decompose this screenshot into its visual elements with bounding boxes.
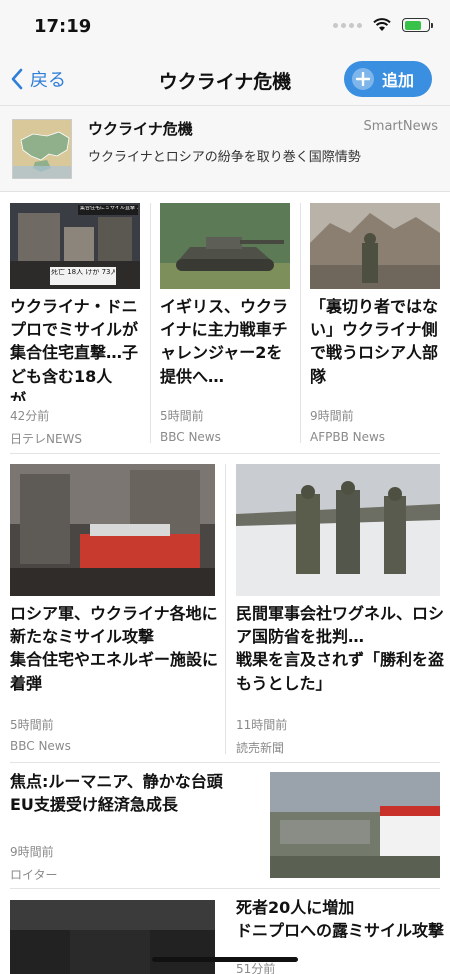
divider [150,203,151,443]
add-channel-button[interactable]: 追加 [344,61,432,97]
topic-source: SmartNews [363,119,438,134]
article-time: 9時間前 [310,409,354,423]
article-headline: 民間軍事会社ワグネル、ロシア国防省を批判… 戦果を言及されず「勝利を盗もうとした… [236,604,445,693]
article-image [236,464,440,596]
article-card-romania[interactable]: 焦点:ルーマニア、静かな台頭 EU支援受け経済急成長 9時間前 ロイター [10,770,440,882]
article-image: 集合住宅にミサイル直撃 18人死亡 死亡 18人 けが 73人 [10,203,140,289]
article-time: 5時間前 [10,718,54,732]
topic-description: ウクライナとロシアの紛争を取り巻く国際情勢 [88,150,361,165]
divider [10,888,440,889]
status-bar: 17:19 [0,0,450,54]
home-indicator[interactable] [152,957,298,962]
ukraine-map-thumbnail [12,119,72,179]
article-card-dnipro[interactable]: 集合住宅にミサイル直撃 18人死亡 死亡 18人 けが 73人 ウクライナ・ドニ… [10,203,140,448]
article-image [270,772,440,878]
article-card-death-toll[interactable]: 死者20人に増加 ドニプロへの露ミサイル攻撃 51分前 [10,896,444,974]
article-image-counts: 死亡 18人 けが 73人 [51,269,115,276]
nav-bar: 戻る ウクライナ危機 追加 [0,54,450,106]
divider [225,464,226,754]
article-card-russian-unit[interactable]: 「裏切り者ではない」ウクライナ側で戦うロシア人部隊 9時間前 AFPBB New… [310,203,440,448]
article-source: AFPBB News [310,430,386,444]
article-headline: 「裏切り者ではない」ウクライナ側で戦うロシア人部隊 [310,297,439,386]
status-time: 17:19 [34,16,92,37]
article-card-missile-attack[interactable]: ロシア軍、ウクライナ各地に新たなミサイル攻撃 集合住宅やエネルギー施設に着弾 5… [10,464,218,754]
status-icons [333,18,433,32]
divider [10,762,440,763]
topic-header[interactable]: ウクライナ危機 SmartNews ウクライナとロシアの紛争を取り巻く国際情勢 [0,106,450,192]
battery-icon [402,18,433,32]
add-label: 追加 [382,71,415,90]
article-time: 9時間前 [10,845,54,859]
wifi-icon [373,18,391,31]
article-source: 読売新聞 [236,741,285,755]
article-headline: ウクライナ・ドニプロでミサイルが集合住宅直撃…子ども含む18人が… [10,297,139,401]
article-image [10,464,215,596]
article-image [310,203,440,289]
topic-title: ウクライナ危機 [88,120,193,138]
article-headline: 焦点:ルーマニア、静かな台頭 EU支援受け経済急成長 [10,772,223,815]
article-source: BBC News [160,430,221,444]
article-card-challenger[interactable]: イギリス、ウクライナに主力戦車チャレンジャー2を提供へ… 5時間前 BBC Ne… [160,203,290,448]
article-image [10,900,215,974]
article-source: BBC News [10,739,71,753]
article-time: 5時間前 [160,409,204,423]
divider [10,453,440,454]
article-time: 42分前 [10,409,50,423]
signal-icon [333,22,362,28]
article-headline: ロシア軍、ウクライナ各地に新たなミサイル攻撃 集合住宅やエネルギー施設に着弾 [10,604,219,693]
article-headline: イギリス、ウクライナに主力戦車チャレンジャー2を提供へ… [160,297,289,386]
article-time: 51分前 [236,962,276,974]
article-source: ロイター [10,868,58,882]
article-time: 11時間前 [236,718,288,732]
article-card-wagner[interactable]: 民間軍事会社ワグネル、ロシア国防省を批判… 戦果を言及されず「勝利を盗もうとした… [236,464,444,755]
article-headline: 死者20人に増加 ドニプロへの露ミサイル攻撃 [236,898,445,941]
article-image [160,203,290,289]
article-source: 日テレNEWS [10,432,83,446]
divider [300,203,301,443]
plus-icon [352,68,374,90]
article-image-caption: 集合住宅にミサイル直撃 18人死亡 [80,206,138,211]
